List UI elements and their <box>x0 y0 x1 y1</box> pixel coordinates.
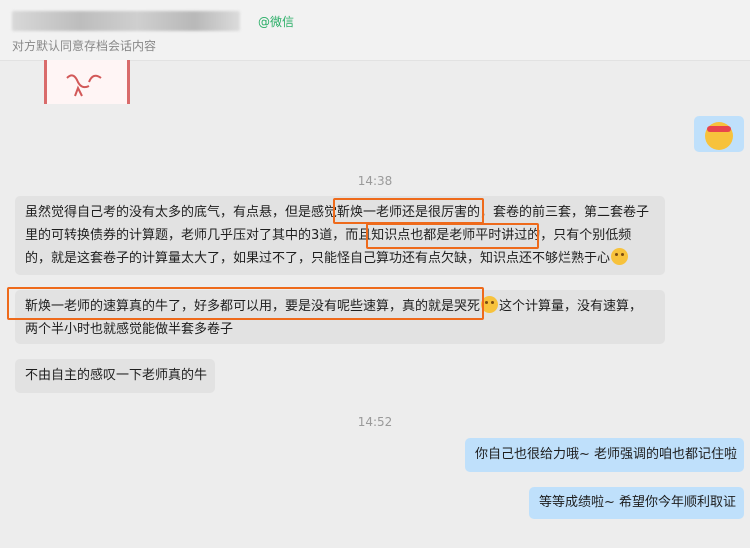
message-emoji-right[interactable] <box>694 116 744 152</box>
crying-laughing-emoji-icon <box>481 296 499 313</box>
message-left[interactable]: 虽然觉得自己考的没有太多的底气，有点悬，但是感觉靳焕一老师还是很厉害的，套卷的前… <box>15 196 665 275</box>
message-line: 两个半小时也就感觉能做半套多卷子 <box>25 322 234 337</box>
message-text: 等等成绩啦~ 希望你今年顺利取证 <box>539 495 737 510</box>
timestamp: 14:52 <box>357 415 393 429</box>
sticker-image[interactable] <box>44 60 130 104</box>
timestamp: 14:38 <box>357 174 393 188</box>
message-right[interactable]: 等等成绩啦~ 希望你今年顺利取证 <box>529 487 744 519</box>
contact-name-blurred <box>12 11 240 31</box>
message-text: 你自己也很给力哦~ 老师强调的咱也都记住啦 <box>475 447 738 462</box>
message-left[interactable]: 不由自主的感叹一下老师真的牛 <box>15 359 215 393</box>
message-left[interactable]: 靳焕一老师的速算真的牛了，好多都可以用，要是没有呢些速算，真的就是哭死 这个计算量… <box>15 290 665 344</box>
chat-header: @微信 对方默认同意存档会话内容 <box>0 0 750 61</box>
message-line: 里的可转换债券的计算题，老师几乎压对了其中的3道，而且知识点也都是老师平时讲过的… <box>25 228 632 243</box>
sticker-drawing-icon <box>66 74 102 97</box>
message-text: 不由自主的感叹一下老师真的牛 <box>25 368 208 383</box>
headband-face-icon <box>705 122 733 150</box>
message-line: 虽然觉得自己考的没有太多的底气，有点悬，但是感觉靳焕一老师还是很厉害的，套卷的前… <box>25 205 650 220</box>
facepalm-emoji-icon <box>611 248 629 265</box>
message-line: 的，就是这套卷子的计算量太大了，如果过不了，只能怪自己算功还有点欠缺，知识点还不… <box>25 247 655 270</box>
archive-notice: 对方默认同意存档会话内容 <box>12 39 157 53</box>
wechat-tag: @微信 <box>258 15 295 29</box>
message-right[interactable]: 你自己也很给力哦~ 老师强调的咱也都记住啦 <box>465 438 744 472</box>
message-line: 靳焕一老师的速算真的牛了，好多都可以用，要是没有呢些速算，真的就是哭死 这个计算量… <box>25 295 655 318</box>
